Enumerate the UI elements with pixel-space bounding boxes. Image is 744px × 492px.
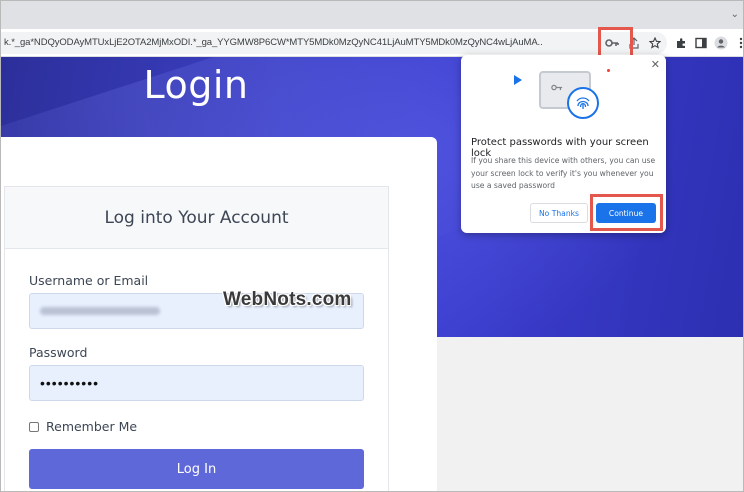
- no-thanks-button[interactable]: No Thanks: [530, 203, 588, 223]
- username-label: Username or Email: [29, 273, 149, 288]
- extensions-icon[interactable]: [673, 35, 689, 51]
- menu-icon[interactable]: [733, 35, 743, 51]
- page-title: Login: [143, 63, 249, 107]
- address-bar[interactable]: k.*_ga*NDQyODAyMTUxLjE2OTA2MjMxODI.*_ga_…: [1, 32, 667, 54]
- popup-description: If you share this device with others, yo…: [471, 156, 656, 190]
- password-input[interactable]: ••••••••••: [29, 365, 364, 401]
- form-title: Log into Your Account: [104, 207, 289, 228]
- password-value: ••••••••••: [40, 375, 100, 391]
- form-header: Log into Your Account: [5, 187, 388, 249]
- login-form: Log into Your Account Username or Email …: [4, 186, 389, 491]
- remember-me-checkbox[interactable]: [29, 421, 39, 432]
- sidepanel-icon[interactable]: [693, 35, 709, 51]
- password-label: Password: [29, 345, 88, 360]
- blurred-username: [40, 307, 160, 315]
- screen-lock-illustration: [509, 65, 617, 127]
- profile-icon[interactable]: [713, 35, 729, 51]
- login-button[interactable]: Log In: [29, 449, 364, 489]
- browser-toolbar: k.*_ga*NDQyODAyMTUxLjE2OTA2MjMxODI.*_ga_…: [1, 27, 743, 58]
- watermark: WebNots.com: [223, 289, 352, 310]
- key-icon-highlight: [598, 27, 633, 58]
- remember-me-label: Remember Me: [46, 419, 138, 434]
- decoration-dot: [607, 69, 610, 72]
- continue-highlight: [590, 194, 663, 231]
- small-key-icon: [551, 83, 563, 93]
- tab-strip: ⌄: [1, 1, 743, 29]
- screenshot-frame: ⌄ k.*_ga*NDQyODAyMTUxLjE2OTA2MjMxODI.*_g…: [0, 0, 744, 492]
- url-text[interactable]: k.*_ga*NDQyODAyMTUxLjE2OTA2MjMxODI.*_ga_…: [4, 37, 564, 48]
- close-icon[interactable]: ✕: [651, 58, 660, 71]
- login-card: Log into Your Account Username or Email …: [1, 137, 437, 491]
- fingerprint-icon: [567, 87, 599, 119]
- page-background: [437, 337, 743, 491]
- tab-search-chevron-icon[interactable]: ⌄: [731, 9, 739, 20]
- play-icon: [514, 75, 522, 85]
- remember-me[interactable]: Remember Me: [29, 419, 137, 434]
- star-icon[interactable]: [646, 35, 664, 51]
